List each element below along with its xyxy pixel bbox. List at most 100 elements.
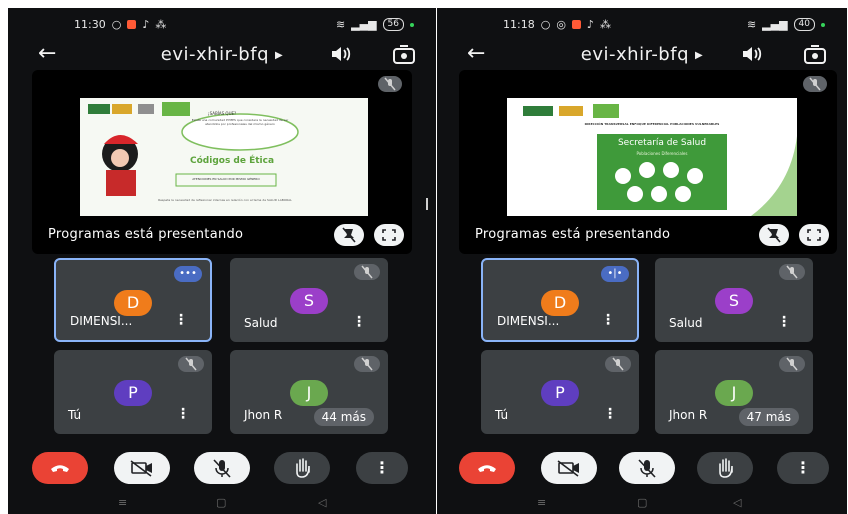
hang-up-icon xyxy=(51,465,69,472)
hang-up-button[interactable] xyxy=(32,452,88,484)
app-badge-icon xyxy=(127,20,137,29)
pin-off-icon xyxy=(767,227,781,243)
fullscreen-button[interactable] xyxy=(374,224,404,246)
meeting-top-bar: ← evi-xhir-bfq ▶ xyxy=(437,40,847,72)
tiktok-icon: ♪ xyxy=(142,18,150,31)
presentation-mic-off-icon xyxy=(803,76,827,92)
camera-off-icon xyxy=(130,460,152,477)
avatar: J xyxy=(715,380,753,406)
participant-name: DIMENSI... xyxy=(70,314,133,328)
presentation-area[interactable]: DIRECCIÓN TRANSVERSAL ENFOQUE DIFERENCIA… xyxy=(459,70,837,254)
speaker-icon[interactable] xyxy=(741,44,763,64)
recents-nav-icon[interactable]: ≡ xyxy=(537,496,546,509)
participant-tile[interactable]: S Salud ⋮ xyxy=(655,258,813,342)
more-vert-icon[interactable]: ⋮ xyxy=(601,312,615,328)
mic-off-icon xyxy=(178,356,204,372)
participant-tile[interactable]: J Jhon R 47 más xyxy=(655,350,813,434)
hand-raise-icon xyxy=(719,458,733,478)
more-vert-icon: ⋮ xyxy=(795,458,811,477)
notification-dots-icon: ⁂ xyxy=(599,18,611,31)
switch-camera-icon[interactable] xyxy=(803,44,827,66)
avatar: P xyxy=(541,380,579,406)
mic-toggle-button[interactable] xyxy=(619,452,675,484)
switch-camera-icon[interactable] xyxy=(392,44,416,66)
meeting-title[interactable]: evi-xhir-bfq ▶ xyxy=(8,44,436,65)
presenting-label: Programas está presentando xyxy=(48,227,244,242)
speaker-icon[interactable] xyxy=(330,44,352,64)
more-vert-icon[interactable]: ⋮ xyxy=(777,314,791,330)
more-vert-icon[interactable]: ⋮ xyxy=(176,406,190,422)
hang-up-button[interactable] xyxy=(459,452,515,484)
shared-slide: DIRECCIÓN TRANSVERSAL ENFOQUE DIFERENCIA… xyxy=(507,98,797,216)
participant-name: DIMENSI... xyxy=(497,314,560,328)
slide-heading: Códigos de Ética xyxy=(190,156,275,166)
pin-off-button[interactable] xyxy=(334,224,364,246)
app-badge-icon xyxy=(571,20,581,29)
meeting-top-bar: ← evi-xhir-bfq ▶ xyxy=(8,40,436,72)
mic-off-icon xyxy=(213,459,231,478)
participant-tile[interactable]: S Salud ⋮ xyxy=(230,258,388,342)
home-nav-icon[interactable]: ▢ xyxy=(216,496,226,509)
tiktok-icon: ♪ xyxy=(586,18,594,31)
participant-tile[interactable]: J Jhon R 44 más xyxy=(230,350,388,434)
slide-banner: ATENCIONES EN SALUD POR MISMO GÉNERO xyxy=(192,177,260,181)
avatar: D xyxy=(114,290,152,316)
wifi-icon: ≋ xyxy=(335,18,346,31)
mic-off-icon xyxy=(779,356,805,372)
mic-off-icon xyxy=(779,264,805,280)
audio-wave-icon: ••• xyxy=(174,266,202,282)
charging-dot-icon xyxy=(410,22,414,27)
pin-off-button[interactable] xyxy=(759,224,789,246)
more-vert-icon[interactable]: ⋮ xyxy=(174,312,188,328)
presenting-label: Programas está presentando xyxy=(475,227,671,242)
meeting-title[interactable]: evi-xhir-bfq ▶ xyxy=(437,44,847,65)
more-options-button[interactable]: ⋮ xyxy=(777,452,829,484)
avatar: J xyxy=(290,380,328,406)
back-nav-icon[interactable]: ◁ xyxy=(733,496,741,509)
avatar: S xyxy=(290,288,328,314)
scroll-indicator[interactable] xyxy=(426,198,428,210)
presentation-area[interactable]: ¡SABÍAS QUE? Existe una comunidad PYMES … xyxy=(32,70,412,254)
participant-name: Jhon R xyxy=(669,408,708,422)
participant-name: Salud xyxy=(669,316,703,330)
fullscreen-icon xyxy=(807,229,821,241)
status-bar: 11:30 ○ ♪ ⁂ ≋ ▂▄▆ 56 xyxy=(8,14,436,36)
mic-off-icon xyxy=(638,459,656,478)
avatar: P xyxy=(114,380,152,406)
participant-name: Tú xyxy=(495,408,509,422)
slide-graphic xyxy=(507,98,797,216)
camera-toggle-button[interactable] xyxy=(114,452,170,484)
hand-raise-icon xyxy=(296,458,310,478)
more-options-button[interactable]: ⋮ xyxy=(356,452,408,484)
participant-tile[interactable]: P Tú ⋮ xyxy=(54,350,212,434)
mic-off-icon xyxy=(354,356,380,372)
home-nav-icon[interactable]: ▢ xyxy=(637,496,647,509)
camera-toggle-button[interactable] xyxy=(541,452,597,484)
raise-hand-button[interactable] xyxy=(697,452,753,484)
pin-off-icon xyxy=(342,227,356,243)
system-nav-bar: ≡ ▢ ◁ xyxy=(8,494,436,514)
more-vert-icon: ⋮ xyxy=(374,458,390,477)
more-vert-icon[interactable]: ⋮ xyxy=(603,406,617,422)
battery-icon: 40 xyxy=(793,18,815,31)
notification-icon: ○ xyxy=(540,18,551,31)
call-controls: ⋮ xyxy=(437,448,847,488)
back-nav-icon[interactable]: ◁ xyxy=(318,496,326,509)
participant-name: Tú xyxy=(68,408,82,422)
more-vert-icon[interactable]: ⋮ xyxy=(352,314,366,330)
notification-dots-icon: ⁂ xyxy=(155,18,167,31)
participant-tile[interactable]: •|• D DIMENSI... ⋮ xyxy=(481,258,639,342)
more-participants-chip[interactable]: 47 más xyxy=(738,408,799,426)
mic-off-icon xyxy=(605,356,631,372)
slide-cloud-title: ¡SABÍAS QUE? xyxy=(208,111,237,116)
participant-tile[interactable]: ••• D DIMENSI... ⋮ xyxy=(54,258,212,342)
participant-name: Jhon R xyxy=(244,408,283,422)
participant-tile[interactable]: P Tú ⋮ xyxy=(481,350,639,434)
raise-hand-button[interactable] xyxy=(274,452,330,484)
recents-nav-icon[interactable]: ≡ xyxy=(118,496,127,509)
fullscreen-button[interactable] xyxy=(799,224,829,246)
notification-icon: ○ xyxy=(111,18,122,31)
mic-toggle-button[interactable] xyxy=(194,452,250,484)
more-participants-chip[interactable]: 44 más xyxy=(313,408,374,426)
signal-icon: ▂▄▆ xyxy=(351,18,377,31)
